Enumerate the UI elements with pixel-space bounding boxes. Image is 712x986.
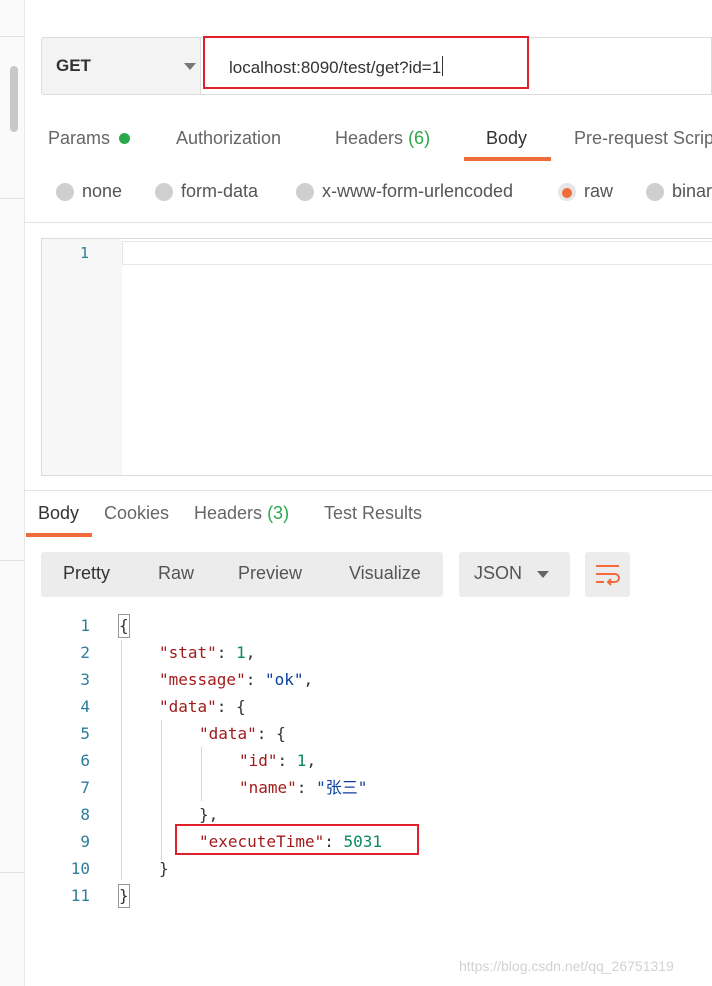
editor-gutter: [42, 239, 122, 475]
wrap-lines-button[interactable]: [585, 552, 630, 597]
code-line: "id": 1,: [239, 751, 317, 770]
line-number: 11: [70, 886, 90, 905]
indent-guide: [201, 747, 202, 801]
response-tab-body[interactable]: Body: [38, 503, 79, 524]
tab-prerequest-script[interactable]: Pre-request Scrip: [574, 128, 712, 149]
code-line: {: [119, 612, 129, 639]
response-tab-test-results[interactable]: Test Results: [324, 503, 422, 524]
code-line: "data": {: [199, 724, 286, 743]
json-number: 1: [236, 643, 246, 662]
line-number: 3: [80, 670, 90, 689]
json-key: "data": [199, 724, 257, 743]
tab-body[interactable]: Body: [486, 128, 527, 149]
response-tab-headers[interactable]: Headers (3): [194, 503, 289, 524]
line-number: 6: [80, 751, 90, 770]
radio-selected-dot-icon: [562, 188, 572, 198]
headers-count-badge: (6): [408, 128, 431, 148]
view-raw-button[interactable]: Raw: [158, 563, 194, 584]
view-visualize-button[interactable]: Visualize: [349, 563, 421, 584]
line-number: 7: [80, 778, 90, 797]
line-number: 2: [80, 643, 90, 662]
code-line: }: [119, 882, 129, 909]
execute-time-highlight-box: [175, 824, 419, 855]
sidebar-divider: [0, 198, 24, 199]
radio-form-data-label[interactable]: form-data: [181, 181, 258, 202]
radio-none[interactable]: [56, 183, 74, 201]
line-number: 1: [80, 616, 90, 635]
section-divider: [24, 222, 712, 223]
wrap-lines-icon: [596, 565, 620, 586]
json-key: "id": [239, 751, 278, 770]
radio-raw-label[interactable]: raw: [584, 181, 613, 202]
tab-headers[interactable]: Headers (6): [335, 128, 430, 149]
json-brace: {: [119, 616, 129, 635]
sidebar-divider: [0, 560, 24, 561]
radio-form-data[interactable]: [155, 183, 173, 201]
editor-active-line[interactable]: [122, 241, 712, 265]
response-tab-headers-label: Headers: [194, 503, 263, 523]
code-line: "message": "ok",: [159, 670, 314, 689]
active-tab-indicator: [26, 533, 92, 537]
method-label: GET: [56, 56, 91, 75]
chevron-down-icon[interactable]: [184, 63, 196, 70]
json-key: "stat": [159, 643, 217, 662]
radio-binary-label[interactable]: binar: [672, 181, 712, 202]
watermark: https://blog.csdn.net/qq_26751319: [459, 958, 674, 974]
sidebar-divider: [0, 36, 24, 37]
radio-urlencoded[interactable]: [296, 183, 314, 201]
request-body-editor[interactable]: [41, 238, 712, 476]
json-key: "name": [239, 778, 297, 797]
json-brace: }: [119, 886, 129, 905]
line-number: 4: [80, 697, 90, 716]
tab-authorization[interactable]: Authorization: [176, 128, 281, 149]
params-active-dot-icon: [119, 133, 130, 144]
line-number: 9: [80, 832, 90, 851]
tab-headers-label: Headers: [335, 128, 404, 148]
code-line: }: [159, 859, 169, 878]
radio-none-label[interactable]: none: [82, 181, 122, 202]
json-key: "data": [159, 697, 217, 716]
sidebar-divider: [0, 872, 24, 873]
indent-guide: [121, 640, 122, 880]
sidebar-strip: [0, 0, 25, 986]
line-number: 1: [80, 244, 90, 262]
chevron-down-icon[interactable]: [537, 571, 549, 578]
json-key: "message": [159, 670, 246, 689]
json-number: 1: [296, 751, 307, 770]
response-headers-count-badge: (3): [267, 503, 290, 523]
view-preview-button[interactable]: Preview: [238, 563, 302, 584]
code-line: "stat": 1,: [159, 643, 256, 662]
indent-guide: [161, 720, 162, 860]
format-label: JSON: [474, 563, 523, 583]
url-highlight-box: [203, 36, 529, 89]
tab-params[interactable]: Params: [48, 128, 110, 149]
sidebar-scrollbar[interactable]: [10, 66, 18, 132]
line-number: 10: [70, 859, 90, 878]
response-tab-cookies[interactable]: Cookies: [104, 503, 169, 524]
line-number: 5: [80, 724, 90, 743]
section-divider: [24, 490, 712, 491]
radio-binary[interactable]: [646, 183, 664, 201]
line-number: 8: [80, 805, 90, 824]
radio-urlencoded-label[interactable]: x-www-form-urlencoded: [322, 181, 513, 202]
json-string: "ok": [264, 670, 304, 689]
code-line: "name": "张三": [239, 778, 368, 797]
active-tab-indicator: [464, 157, 551, 161]
code-line: "data": {: [159, 697, 246, 716]
view-pretty-button[interactable]: Pretty: [63, 563, 110, 584]
json-string: "张三": [316, 778, 368, 797]
